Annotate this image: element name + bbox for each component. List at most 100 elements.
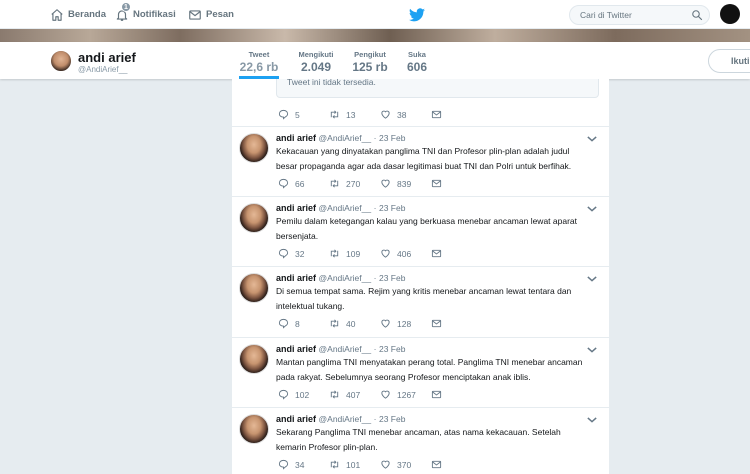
tweet-date[interactable]: 23 Feb — [379, 133, 405, 143]
tweet[interactable]: andi arief @AndiArief__ · 23 Feb Di semua… — [232, 266, 609, 336]
stat-following-value: 2.049 — [300, 60, 332, 74]
account-avatar[interactable] — [720, 4, 740, 24]
tweet-author-name[interactable]: andi arief — [276, 344, 316, 354]
reply-button[interactable]: 102 — [278, 389, 309, 400]
dm-button[interactable] — [431, 109, 442, 120]
stat-tweets-label: Tweet — [248, 50, 270, 59]
tweet-author-handle[interactable]: @AndiArief__ — [319, 344, 372, 354]
tweet[interactable]: andi arief @AndiArief__ · 23 Feb Mantan p… — [232, 337, 609, 407]
nav-home[interactable]: Beranda — [50, 0, 106, 29]
retweet-button[interactable]: 101 — [329, 459, 360, 470]
tweet[interactable]: andi arief @AndiArief__ · 23 Feb Sekarang… — [232, 407, 609, 474]
envelope-icon — [431, 179, 442, 188]
stat-followers[interactable]: Pengikut 125 rb — [351, 50, 389, 74]
heart-icon — [381, 460, 390, 469]
tweet-avatar[interactable] — [239, 203, 269, 233]
tweet[interactable]: andi arief @AndiArief__ · 23 Feb Kekacaua… — [232, 126, 609, 196]
retweet-button[interactable]: 407 — [329, 389, 360, 400]
like-button[interactable]: 406 — [380, 248, 411, 259]
search-icon[interactable] — [691, 9, 703, 21]
tweet-avatar[interactable] — [239, 344, 269, 374]
tweet[interactable]: andi arief @AndiArief__ · 23 Feb Pemilu d… — [232, 196, 609, 266]
nav-notifications[interactable]: 1 Notifikasi — [115, 0, 176, 29]
tweet-author-handle[interactable]: @AndiArief__ — [319, 414, 372, 424]
reply-button[interactable]: 5 — [278, 109, 300, 120]
like-button[interactable]: 38 — [380, 109, 406, 120]
tweet-avatar[interactable] — [239, 414, 269, 444]
reply-button[interactable]: 34 — [278, 459, 304, 470]
tweet-date[interactable]: 23 Feb — [379, 344, 405, 354]
dm-button[interactable] — [431, 178, 442, 189]
tweet-actions: 8 40 128 — [276, 318, 476, 332]
profile-handle: @AndiArief__ — [78, 65, 128, 74]
reply-button[interactable]: 32 — [278, 248, 304, 259]
profile-avatar[interactable] — [50, 50, 72, 72]
tweet-separator: · — [373, 133, 377, 143]
reply-button[interactable]: 8 — [278, 318, 300, 329]
chevron-down-icon[interactable] — [587, 346, 597, 354]
tweet-text: Sekarang Panglima TNI menebar ancaman, a… — [276, 427, 561, 452]
envelope-icon — [189, 9, 201, 20]
stat-following[interactable]: Mengikuti 2.049 — [295, 50, 337, 74]
chevron-down-icon[interactable] — [587, 135, 597, 143]
search-input[interactable] — [570, 6, 685, 24]
tweet-author-name[interactable]: andi arief — [276, 414, 316, 424]
stat-tweets[interactable]: Tweet 22,6 rb — [239, 50, 279, 79]
search-box — [569, 5, 710, 25]
like-button[interactable]: 370 — [380, 459, 411, 470]
tweet-text: Kekacauan yang dinyatakan panglima TNI d… — [276, 146, 572, 171]
like-button[interactable]: 1267 — [380, 389, 416, 400]
envelope-icon — [431, 390, 442, 399]
tweet-author-handle[interactable]: @AndiArief__ — [319, 273, 372, 283]
tweet-author-handle[interactable]: @AndiArief__ — [319, 203, 372, 213]
heart-icon — [381, 249, 390, 258]
like-button[interactable]: 839 — [380, 178, 411, 189]
follow-button[interactable]: Ikuti — [708, 49, 750, 73]
reply-icon — [278, 178, 289, 189]
like-button[interactable]: 128 — [380, 318, 411, 329]
retweet-button[interactable]: 270 — [329, 178, 360, 189]
retweet-icon — [330, 460, 339, 469]
retweet-count: 407 — [346, 389, 361, 400]
tweet-header: andi arief @AndiArief__ · 23 Feb — [276, 344, 405, 354]
tweet-timeline: Tweet ini tidak tersedia. 5 13 38 andi a… — [232, 79, 609, 474]
retweet-button[interactable]: 13 — [329, 109, 355, 120]
tweet-date[interactable]: 23 Feb — [379, 273, 405, 283]
tweet-avatar[interactable] — [239, 133, 269, 163]
dm-button[interactable] — [431, 248, 442, 259]
tweet-author-handle[interactable]: @AndiArief__ — [319, 133, 372, 143]
retweet-button[interactable]: 40 — [329, 318, 355, 329]
tweet-author-name[interactable]: andi arief — [276, 273, 316, 283]
retweet-icon — [330, 319, 339, 328]
stat-likes[interactable]: Suka 606 — [405, 50, 429, 74]
reply-count: 66 — [295, 178, 305, 189]
chevron-down-icon[interactable] — [587, 205, 597, 213]
dm-button[interactable] — [431, 389, 442, 400]
tweet-header: andi arief @AndiArief__ · 23 Feb — [276, 273, 405, 283]
tweet-separator: · — [373, 414, 377, 424]
dm-button[interactable] — [431, 459, 442, 470]
retweet-count: 109 — [346, 248, 361, 259]
twitter-bird-icon[interactable] — [409, 8, 425, 22]
retweet-count: 13 — [346, 109, 356, 120]
nav-messages[interactable]: Pesan — [188, 0, 234, 29]
tweet-avatar[interactable] — [239, 273, 269, 303]
reply-count: 102 — [295, 389, 310, 400]
tweet-date[interactable]: 23 Feb — [379, 414, 405, 424]
nav-home-label: Beranda — [68, 9, 107, 20]
tweet-author-name[interactable]: andi arief — [276, 203, 316, 213]
profile-name[interactable]: andi arief — [78, 50, 136, 65]
retweet-button[interactable]: 109 — [329, 248, 360, 259]
envelope-icon — [431, 249, 442, 258]
tweet-date[interactable]: 23 Feb — [379, 203, 405, 213]
top-tweet-actions: 5 13 38 — [276, 109, 476, 123]
reply-button[interactable]: 66 — [278, 178, 304, 189]
envelope-icon — [431, 319, 442, 328]
chevron-down-icon[interactable] — [587, 275, 597, 283]
chevron-down-icon[interactable] — [587, 416, 597, 424]
tweet-author-name[interactable]: andi arief — [276, 133, 316, 143]
like-count: 38 — [397, 109, 407, 120]
dm-button[interactable] — [431, 318, 442, 329]
tweet-actions: 34 101 370 — [276, 459, 476, 473]
like-count: 839 — [397, 178, 412, 189]
